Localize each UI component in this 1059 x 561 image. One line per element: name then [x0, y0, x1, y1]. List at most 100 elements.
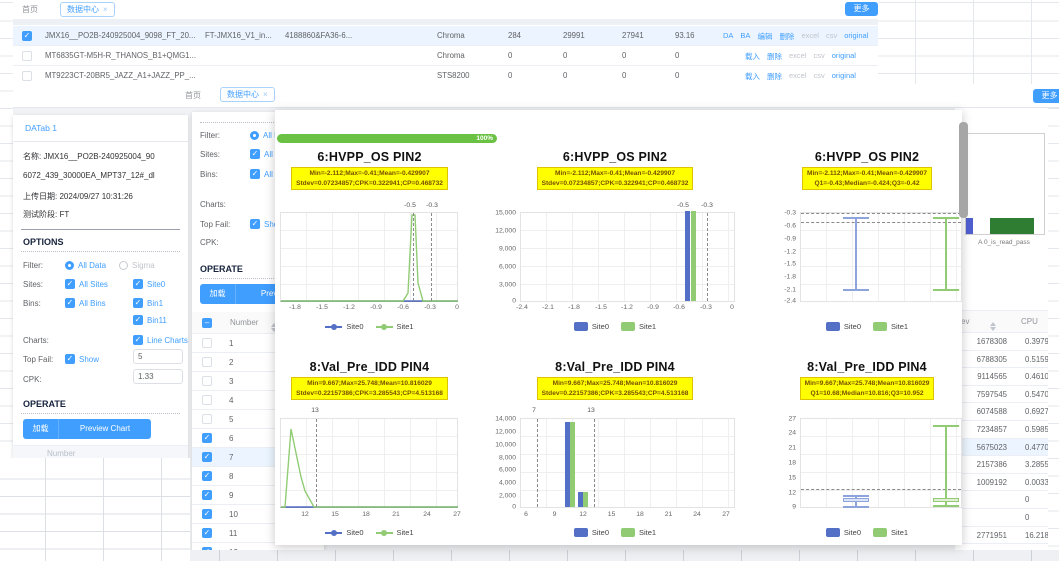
action-delete[interactable]: 删除	[767, 71, 782, 82]
tab-datab1[interactable]: DATab 1	[25, 123, 57, 133]
preview-chart-button[interactable]: Preview Chart	[59, 419, 151, 439]
table-row[interactable]: MT9223CT-20BR5_JAZZ_A1+JAZZ_PP_... STS82…	[13, 66, 878, 86]
sort-icon[interactable]	[990, 322, 997, 331]
action-ba[interactable]: BA	[740, 31, 750, 42]
select-all-checkbox[interactable]	[202, 318, 212, 328]
action-csv[interactable]: csv	[814, 71, 825, 82]
legend-site1[interactable]: Site1	[397, 528, 414, 537]
row-checkbox[interactable]	[202, 433, 212, 443]
x-tick: -1.5	[595, 304, 607, 311]
y-tick: -2.1	[784, 287, 796, 294]
action-excel[interactable]: excel	[789, 71, 807, 82]
more-button-1[interactable]: 更多	[845, 2, 878, 16]
action-delete[interactable]: 删除	[779, 31, 794, 42]
cpk-input[interactable]: 1.33	[133, 369, 183, 384]
action-excel[interactable]: excel	[789, 51, 807, 62]
col-cpu[interactable]: CPU	[1021, 317, 1038, 326]
legend-site0[interactable]: Site0	[592, 528, 609, 537]
x-tick: 15	[331, 511, 339, 518]
row-checkbox[interactable]	[202, 528, 212, 538]
cell-cpu: 0.5159	[1025, 355, 1048, 364]
checkbox-line-charts[interactable]: Line Charts	[133, 334, 188, 346]
legend-site0[interactable]: Site0	[592, 322, 609, 331]
tab-data-center-2[interactable]: 数据中心 ×	[220, 87, 275, 102]
y-tick: -2.4	[784, 298, 796, 305]
radio-all-data[interactable]: All Data	[65, 259, 106, 271]
topfail-input[interactable]: 5	[133, 349, 183, 364]
vertical-scrollbar[interactable]	[959, 122, 968, 218]
close-icon[interactable]: ×	[103, 5, 108, 14]
cell-count: 0	[563, 71, 567, 80]
table-row[interactable]: MT6835GT-M5H-R_THANOS_B1+QMG1... Chroma …	[13, 46, 878, 66]
checkbox-all-bins[interactable]: All Bins	[65, 297, 106, 309]
legend-site1[interactable]: Site1	[639, 322, 656, 331]
row-checkbox[interactable]	[202, 338, 212, 348]
close-icon[interactable]: ×	[263, 90, 268, 99]
checkbox-bin11[interactable]: Bin11	[133, 314, 167, 326]
row-checkbox[interactable]	[202, 414, 212, 424]
tab-home-2[interactable]: 首页	[185, 90, 201, 101]
x-tick: -0.6	[673, 304, 685, 311]
legend-site1[interactable]: Site1	[891, 528, 908, 537]
action-load[interactable]: 载入	[745, 51, 760, 62]
row-checkbox[interactable]	[22, 31, 32, 41]
row-checkbox[interactable]	[202, 490, 212, 500]
table-row[interactable]: JMX16__PO2B-240925004_9098_FT_20... FT-J…	[13, 26, 878, 46]
action-original[interactable]: original	[832, 51, 856, 62]
test-stage: 测试阶段: FT	[23, 209, 69, 220]
chart-hvpp-line: 6:HVPP_OS PIN2 Min=-2.112;Max=-0.41;Mean…	[277, 150, 462, 345]
cell-number: 8	[229, 472, 233, 481]
row-checkbox[interactable]	[202, 376, 212, 386]
cell-cpu: 0.4610	[1025, 372, 1048, 381]
legend-site0[interactable]: Site0	[346, 528, 363, 537]
action-csv[interactable]: csv	[826, 31, 837, 42]
more-button-2[interactable]: 更多	[1033, 89, 1059, 103]
action-original[interactable]: original	[844, 31, 868, 42]
action-csv[interactable]: csv	[814, 51, 825, 62]
checkbox-bin1[interactable]: Bin1	[133, 297, 163, 309]
checkbox-all-sites[interactable]: All Sites	[65, 278, 108, 290]
legend-site1[interactable]: Site1	[397, 322, 414, 331]
cell-count: 0	[508, 71, 512, 80]
histogram-bar-site0	[685, 211, 690, 301]
cell-yield: 93.16	[675, 31, 695, 40]
row-checkbox[interactable]	[202, 509, 212, 519]
y-tick: 3,000	[499, 282, 516, 289]
legend-site0[interactable]: Site0	[844, 322, 861, 331]
checkbox-show[interactable]: Show	[65, 353, 99, 365]
load-button[interactable]: 加载	[23, 419, 59, 439]
cell-cpu: 0.5985	[1025, 425, 1048, 434]
row-checkbox[interactable]	[202, 452, 212, 462]
legend-site1[interactable]: Site1	[891, 322, 908, 331]
radio-sigma[interactable]: Sigma	[119, 259, 155, 271]
action-da[interactable]: DA	[723, 31, 733, 42]
legend-site1[interactable]: Site1	[639, 528, 656, 537]
cell-count: 0	[508, 51, 512, 60]
action-original[interactable]: original	[832, 71, 856, 82]
x-axis: -1.8 -1.5 -1.2 -0.9 -0.6 -0.3 0	[280, 303, 458, 313]
checkbox-site0[interactable]: Site0	[133, 278, 165, 290]
load-button[interactable]: 加载	[200, 284, 236, 304]
box-whisker-cap	[933, 289, 959, 291]
action-edit[interactable]: 编辑	[757, 31, 772, 42]
y-tick: 2,000	[499, 493, 516, 500]
tab-home-1[interactable]: 首页	[22, 4, 38, 15]
y-tick: 8,000	[499, 454, 516, 461]
col-number[interactable]: Number	[230, 318, 258, 327]
cell-cpu: 0.3979	[1025, 337, 1048, 346]
row-checkbox[interactable]	[202, 357, 212, 367]
row-checkbox[interactable]	[22, 71, 32, 81]
cell-count: 0	[622, 71, 626, 80]
legend-site0[interactable]: Site0	[844, 528, 861, 537]
dataset-name-line1: 名称: JMX16__PO2B-240925004_90	[23, 151, 155, 162]
operate-title: OPERATE	[200, 264, 243, 274]
tab-data-center-1[interactable]: 数据中心 ×	[60, 2, 115, 17]
legend-site0[interactable]: Site0	[346, 322, 363, 331]
action-excel[interactable]: excel	[801, 31, 819, 42]
action-delete[interactable]: 删除	[767, 51, 782, 62]
row-checkbox[interactable]	[22, 51, 32, 61]
row-checkbox[interactable]	[202, 395, 212, 405]
row-checkbox[interactable]	[202, 471, 212, 481]
action-load[interactable]: 载入	[745, 71, 760, 82]
upload-date: 上传日期: 2024/09/27 10:31:26	[23, 191, 133, 202]
